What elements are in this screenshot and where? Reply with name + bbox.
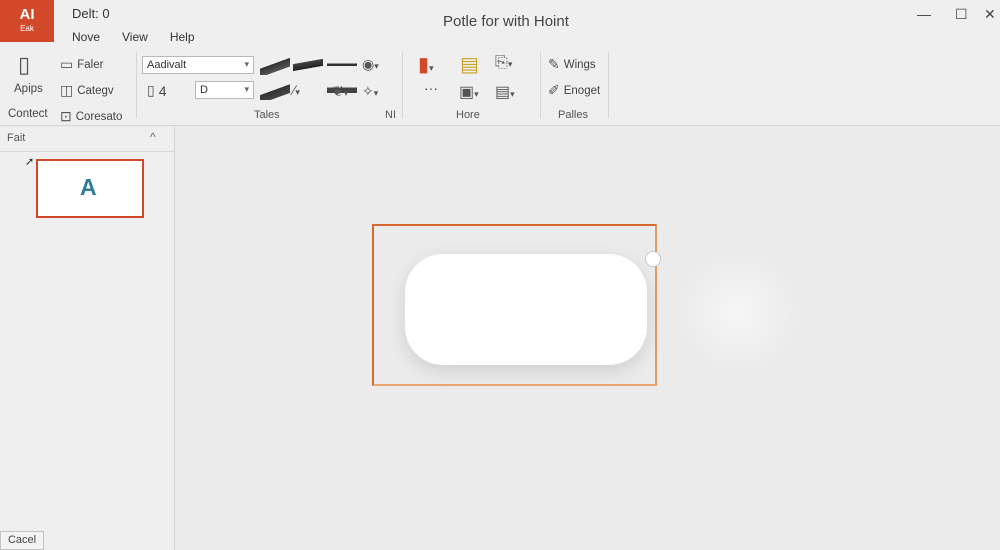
size-prefix: ▯ 4 — [147, 82, 167, 99]
magic-button[interactable]: ✧▾ — [362, 83, 378, 100]
camera-icon: ⊡ — [60, 108, 72, 124]
collapse-icon[interactable]: ^ — [150, 130, 156, 144]
ribbon: ▯ ▭ Faler ◫ Categv Apips Contect ⊡ Cores… — [0, 46, 1000, 126]
thumbnail-letter: A — [80, 174, 97, 200]
shapes-icon: ❦ — [332, 83, 344, 99]
rounded-rectangle-shape[interactable] — [405, 254, 647, 365]
style-swatch-3[interactable] — [327, 57, 357, 75]
style-swatch-4[interactable] — [260, 82, 290, 100]
contect-button[interactable]: Contect — [8, 108, 48, 120]
app-logo-main: AI — [19, 6, 35, 23]
pane-title: Fait — [7, 132, 26, 144]
faler-button[interactable]: ▭ Faler — [60, 56, 103, 73]
page-icon: ▯ — [147, 82, 155, 98]
wings-label: Wings — [563, 58, 596, 71]
app-logo[interactable]: AI Eak — [0, 0, 54, 42]
copy-button[interactable]: ▤ — [460, 52, 479, 77]
size-prefix-value: 4 — [158, 82, 167, 99]
category-label: Categv — [77, 84, 114, 97]
menu-item-view[interactable]: View — [122, 30, 148, 44]
pane-divider — [0, 151, 175, 152]
apips-label: Apips — [14, 83, 43, 95]
ribbon-divider — [540, 52, 541, 118]
magic-icon: ✧ — [362, 83, 374, 99]
style-swatch-1[interactable] — [260, 57, 290, 75]
resize-handle[interactable] — [645, 251, 661, 267]
document-icon: ▭ — [60, 56, 74, 72]
close-icon[interactable]: ✕ — [984, 6, 996, 23]
slides-pane: Fait ^ ➚ A Cacel — [0, 127, 175, 550]
arrange-icon: ▤ — [495, 84, 511, 101]
menu-item-help[interactable]: Help — [170, 30, 195, 44]
format-button[interactable]: ⎘▾ — [495, 54, 512, 72]
shapes-button[interactable]: ❦▾ — [332, 83, 348, 100]
menu-bar: Nove View Help — [72, 30, 195, 44]
chevron-down-icon: ▾ — [244, 59, 249, 69]
line-tool[interactable]: ⁄▾ — [293, 82, 300, 98]
title-bar: AI Eak Delt: 0 Nove View Help Potle for … — [0, 0, 1000, 46]
paste-button[interactable]: ▮▾ — [418, 52, 434, 77]
size-select-value: D — [200, 84, 208, 96]
clipboard-icon: ▯ — [18, 52, 31, 77]
ribbon-divider — [136, 52, 137, 118]
font-select-value: Aadivalt — [147, 59, 187, 71]
format-icon: ⎘ — [495, 54, 508, 71]
editing-canvas[interactable] — [176, 127, 1000, 550]
copy-icon: ▤ — [460, 54, 479, 76]
arrange-button[interactable]: ▤▾ — [495, 82, 515, 102]
window-title: Potle for with Hoint — [443, 13, 569, 30]
ribbon-divider — [608, 52, 609, 118]
coresato-button[interactable]: ⊡ Coresato — [60, 108, 122, 125]
style-swatch-2[interactable] — [293, 57, 323, 75]
menu-item-nove[interactable]: Nove — [72, 30, 100, 44]
group-launcher[interactable]: NI — [385, 109, 396, 121]
wings-icon: ✎ — [548, 56, 560, 72]
category-icon: ◫ — [60, 82, 74, 98]
app-logo-sub: Eak — [20, 24, 34, 33]
globe-button[interactable]: ◉▾ — [362, 56, 379, 73]
group-label-palles: Palles — [558, 109, 588, 121]
group-label-hore: Hore — [456, 109, 480, 121]
cancel-button[interactable]: Cacel — [0, 531, 44, 550]
group-label-tales: Tales — [254, 109, 280, 121]
faler-label: Faler — [77, 58, 104, 71]
contect-label: Contect — [8, 108, 48, 120]
enoget-button[interactable]: ✐ Enoget — [548, 82, 600, 99]
engage-icon: ✐ — [548, 82, 560, 98]
enoget-label: Enoget — [563, 84, 601, 97]
layout-icon: ▣ — [459, 84, 475, 101]
more-button[interactable]: ··· — [424, 80, 438, 96]
size-select[interactable]: D ▾ — [195, 81, 254, 99]
more-label: ··· — [424, 80, 438, 96]
clipboard-button[interactable]: ▯ — [18, 52, 30, 78]
cursor-icon: ➚ — [25, 156, 35, 168]
font-select[interactable]: Aadivalt ▾ — [142, 56, 254, 74]
ribbon-divider — [402, 52, 403, 118]
maximize-icon[interactable]: ☐ — [955, 6, 968, 23]
coresato-label: Coresato — [75, 110, 123, 123]
shape-glow — [676, 252, 801, 372]
paste-icon: ▮ — [418, 54, 430, 76]
minimize-icon[interactable]: — — [917, 6, 931, 22]
category-button[interactable]: ◫ Categv — [60, 82, 114, 99]
apips-button[interactable]: Apips — [14, 83, 43, 95]
slide-thumbnail[interactable]: A — [36, 159, 144, 218]
globe-icon: ◉ — [362, 56, 375, 72]
document-label: Delt: 0 — [72, 6, 110, 21]
layout-button[interactable]: ▣▾ — [459, 82, 479, 102]
wings-button[interactable]: ✎ Wings — [548, 56, 596, 73]
chevron-down-icon: ▾ — [244, 84, 249, 94]
